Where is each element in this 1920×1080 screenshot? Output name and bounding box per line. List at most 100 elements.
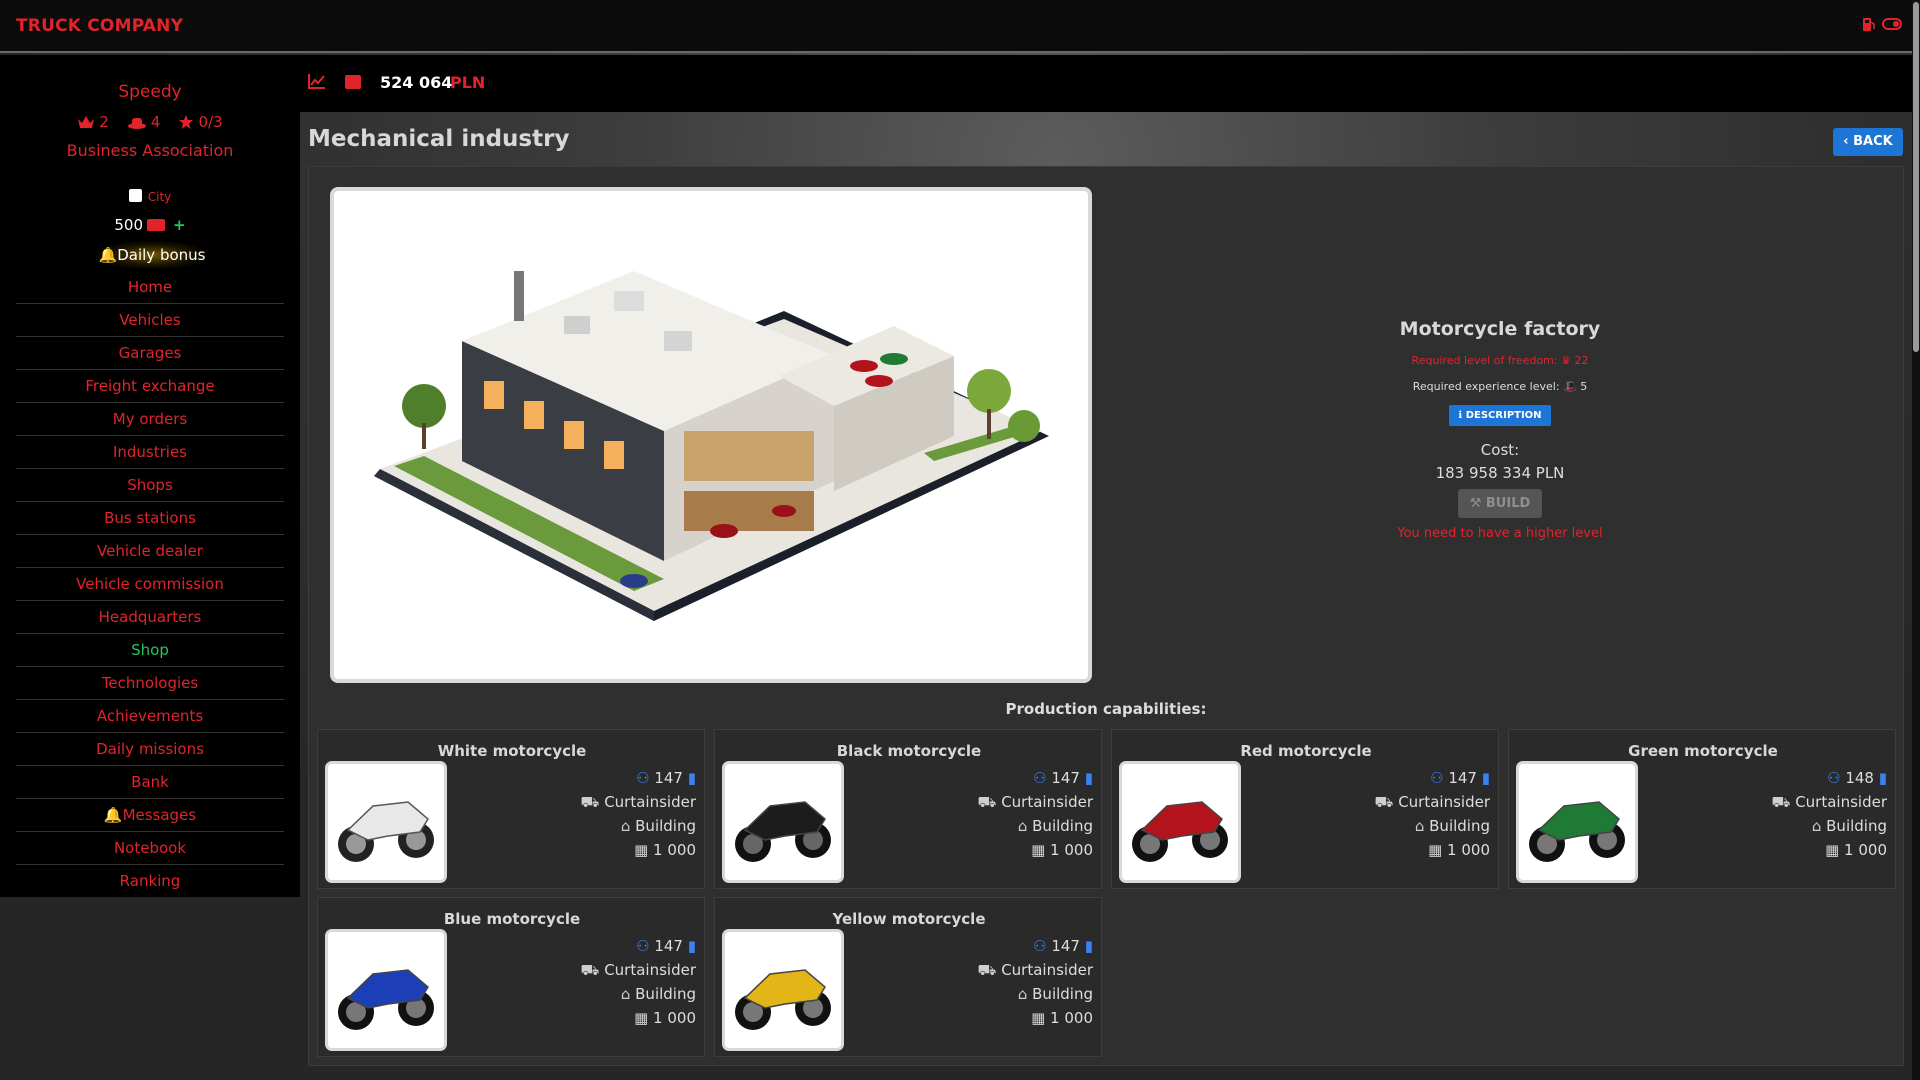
hat-icon	[127, 118, 146, 129]
sidebar-item-messages[interactable]: 🔔Messages	[16, 799, 284, 832]
hat-icon: 🎩	[1563, 380, 1577, 393]
factory-icon: ▦	[1825, 841, 1840, 859]
sidebar-item-bank[interactable]: Bank	[16, 766, 284, 799]
balance-strip: 524 064 PLN	[300, 55, 1912, 112]
scrollbar[interactable]	[1912, 0, 1920, 1080]
warehouse-icon: ⌂	[1017, 985, 1028, 1003]
chart-icon[interactable]	[308, 73, 326, 93]
sidebar-item-shop[interactable]: Shop	[16, 634, 284, 667]
factory-icon: ▦	[1428, 841, 1443, 859]
product-card-green[interactable]: Green motorcycle ⚇ 148 ▮ ⛟ Curtainsider …	[1508, 729, 1896, 889]
required-freedom: Required level of freedom: ♛ 22	[1411, 354, 1589, 367]
toggle-icon[interactable]	[1882, 16, 1902, 34]
sidebar-item-vehicles[interactable]: Vehicles	[16, 304, 284, 337]
sidebar-item-headquarters[interactable]: Headquarters	[16, 601, 284, 634]
clipboard-icon: ▮	[1084, 769, 1093, 787]
crown-icon: ♛	[1561, 354, 1571, 367]
wallet-icon[interactable]	[345, 75, 361, 89]
clipboard-icon: ▮	[1084, 937, 1093, 955]
page-title: Mechanical industry	[308, 126, 570, 152]
crown-icon	[78, 116, 95, 128]
user-stats: 2 4 0/3	[0, 113, 300, 131]
add-money-button[interactable]: +	[173, 216, 186, 234]
city-row[interactable]: City	[0, 189, 300, 204]
bell-icon: 🔔	[98, 246, 118, 264]
experience-level: 4	[127, 113, 160, 131]
sidebar-item-achievements[interactable]: Achievements	[16, 700, 284, 733]
sidebar-item-industries[interactable]: Industries	[16, 436, 284, 469]
fuel-icon[interactable]	[1862, 16, 1878, 34]
clipboard-icon: ▮	[1878, 769, 1887, 787]
product-stats: ⚇ 147 ▮ ⛟ Curtainsider ⌂ Building ▦ 1 00…	[1374, 769, 1490, 859]
product-stats: ⚇ 147 ▮ ⛟ Curtainsider ⌂ Building ▦ 1 00…	[977, 937, 1093, 1027]
clipboard-icon: ▮	[1481, 769, 1490, 787]
sidebar-nav: Home Vehicles Garages Freight exchange M…	[16, 271, 284, 898]
product-stats: ⚇ 148 ▮ ⛟ Curtainsider ⌂ Building ▦ 1 00…	[1771, 769, 1887, 859]
product-card-black[interactable]: Black motorcycle ⚇ 147 ▮ ⛟ Curtainsider …	[714, 729, 1102, 889]
sidebar-item-technologies[interactable]: Technologies	[16, 667, 284, 700]
sidebar-item-bus-stations[interactable]: Bus stations	[16, 502, 284, 535]
sidebar-item-vehicle-dealer[interactable]: Vehicle dealer	[16, 535, 284, 568]
sidebar-item-home[interactable]: Home	[16, 271, 284, 304]
bell-icon: 🔔	[103, 806, 123, 824]
motorcycle-image	[328, 932, 444, 1048]
motorcycle-image	[1122, 764, 1238, 880]
motorcycle-image	[328, 764, 444, 880]
balance-amount: 524 064	[380, 73, 453, 92]
warehouse-icon: ⌂	[620, 817, 631, 835]
clipboard-icon: ▮	[687, 769, 696, 787]
trailer-icon: ⛟	[580, 793, 600, 811]
daily-bonus-label: Daily bonus	[117, 246, 206, 264]
business-association[interactable]: Business Association	[0, 141, 300, 160]
app-logo[interactable]: TRUCK COMPANY	[16, 16, 183, 36]
product-name: Red motorcycle	[1240, 742, 1372, 760]
trailer-icon: ⛟	[580, 961, 600, 979]
product-card-white[interactable]: White motorcycle ⚇ 147 ▮ ⛟ Curtainsider …	[317, 729, 705, 889]
warehouse-icon: ⌂	[1414, 817, 1425, 835]
workers-icon: ⚇	[1827, 769, 1841, 787]
build-button[interactable]: ⚒ BUILD	[1458, 489, 1542, 518]
top-bar: TRUCK COMPANY	[0, 0, 1920, 53]
sidebar-item-notebook[interactable]: Notebook	[16, 832, 284, 865]
scrollbar-thumb[interactable]	[1913, 2, 1919, 352]
factory-icon: ▦	[1031, 1009, 1046, 1027]
star-icon	[179, 115, 194, 129]
description-button[interactable]: ℹ DESCRIPTION	[1449, 405, 1551, 426]
warehouse-icon: ⌂	[1811, 817, 1822, 835]
user-name[interactable]: Speedy	[0, 82, 300, 102]
factory-icon: ▦	[1031, 841, 1046, 859]
product-name: Black motorcycle	[836, 742, 982, 760]
sidebar-item-vehicle-commission[interactable]: Vehicle commission	[16, 568, 284, 601]
sidebar-item-garages[interactable]: Garages	[16, 337, 284, 370]
workers-icon: ⚇	[1033, 769, 1047, 787]
back-button[interactable]: ‹ BACK	[1833, 128, 1903, 156]
motorcycle-image	[1519, 764, 1635, 880]
factory-name: Motorcycle factory	[1399, 318, 1601, 340]
sidebar-item-shops[interactable]: Shops	[16, 469, 284, 502]
factory-image	[334, 191, 1088, 679]
sidebar-item-ranking[interactable]: Ranking	[16, 865, 284, 898]
cost-label: Cost:	[1480, 441, 1520, 459]
cost-value: 183 958 334 PLN	[1435, 464, 1565, 482]
product-card-yellow[interactable]: Yellow motorcycle ⚇ 147 ▮ ⛟ Curtainsider…	[714, 897, 1102, 1057]
clipboard-icon: ▮	[687, 937, 696, 955]
trailer-icon: ⛟	[1771, 793, 1791, 811]
freedom-level: 2	[77, 113, 109, 131]
motorcycle-image	[725, 764, 841, 880]
sidebar-item-daily-missions[interactable]: Daily missions	[16, 733, 284, 766]
balance-currency: PLN	[450, 73, 486, 92]
sidebar-item-my-orders[interactable]: My orders	[16, 403, 284, 436]
product-card-red[interactable]: Red motorcycle ⚇ 147 ▮ ⛟ Curtainsider ⌂ …	[1111, 729, 1499, 889]
product-name: Green motorcycle	[1628, 742, 1778, 760]
sidebar: Speedy 2 4 0/3 Business Association City…	[0, 55, 300, 897]
product-stats: ⚇ 147 ▮ ⛟ Curtainsider ⌂ Building ▦ 1 00…	[580, 937, 696, 1027]
workers-icon: ⚇	[636, 937, 650, 955]
factory-icon: ▦	[634, 1009, 649, 1027]
daily-bonus-button[interactable]: 🔔Daily bonus	[96, 241, 208, 269]
trailer-icon: ⛟	[1374, 793, 1394, 811]
product-card-blue[interactable]: Blue motorcycle ⚇ 147 ▮ ⛟ Curtainsider ⌂…	[317, 897, 705, 1057]
workers-icon: ⚇	[636, 769, 650, 787]
workers-icon: ⚇	[1033, 937, 1047, 955]
required-experience: Required experience level: 🎩 5	[1412, 380, 1588, 393]
sidebar-item-freight-exchange[interactable]: Freight exchange	[16, 370, 284, 403]
